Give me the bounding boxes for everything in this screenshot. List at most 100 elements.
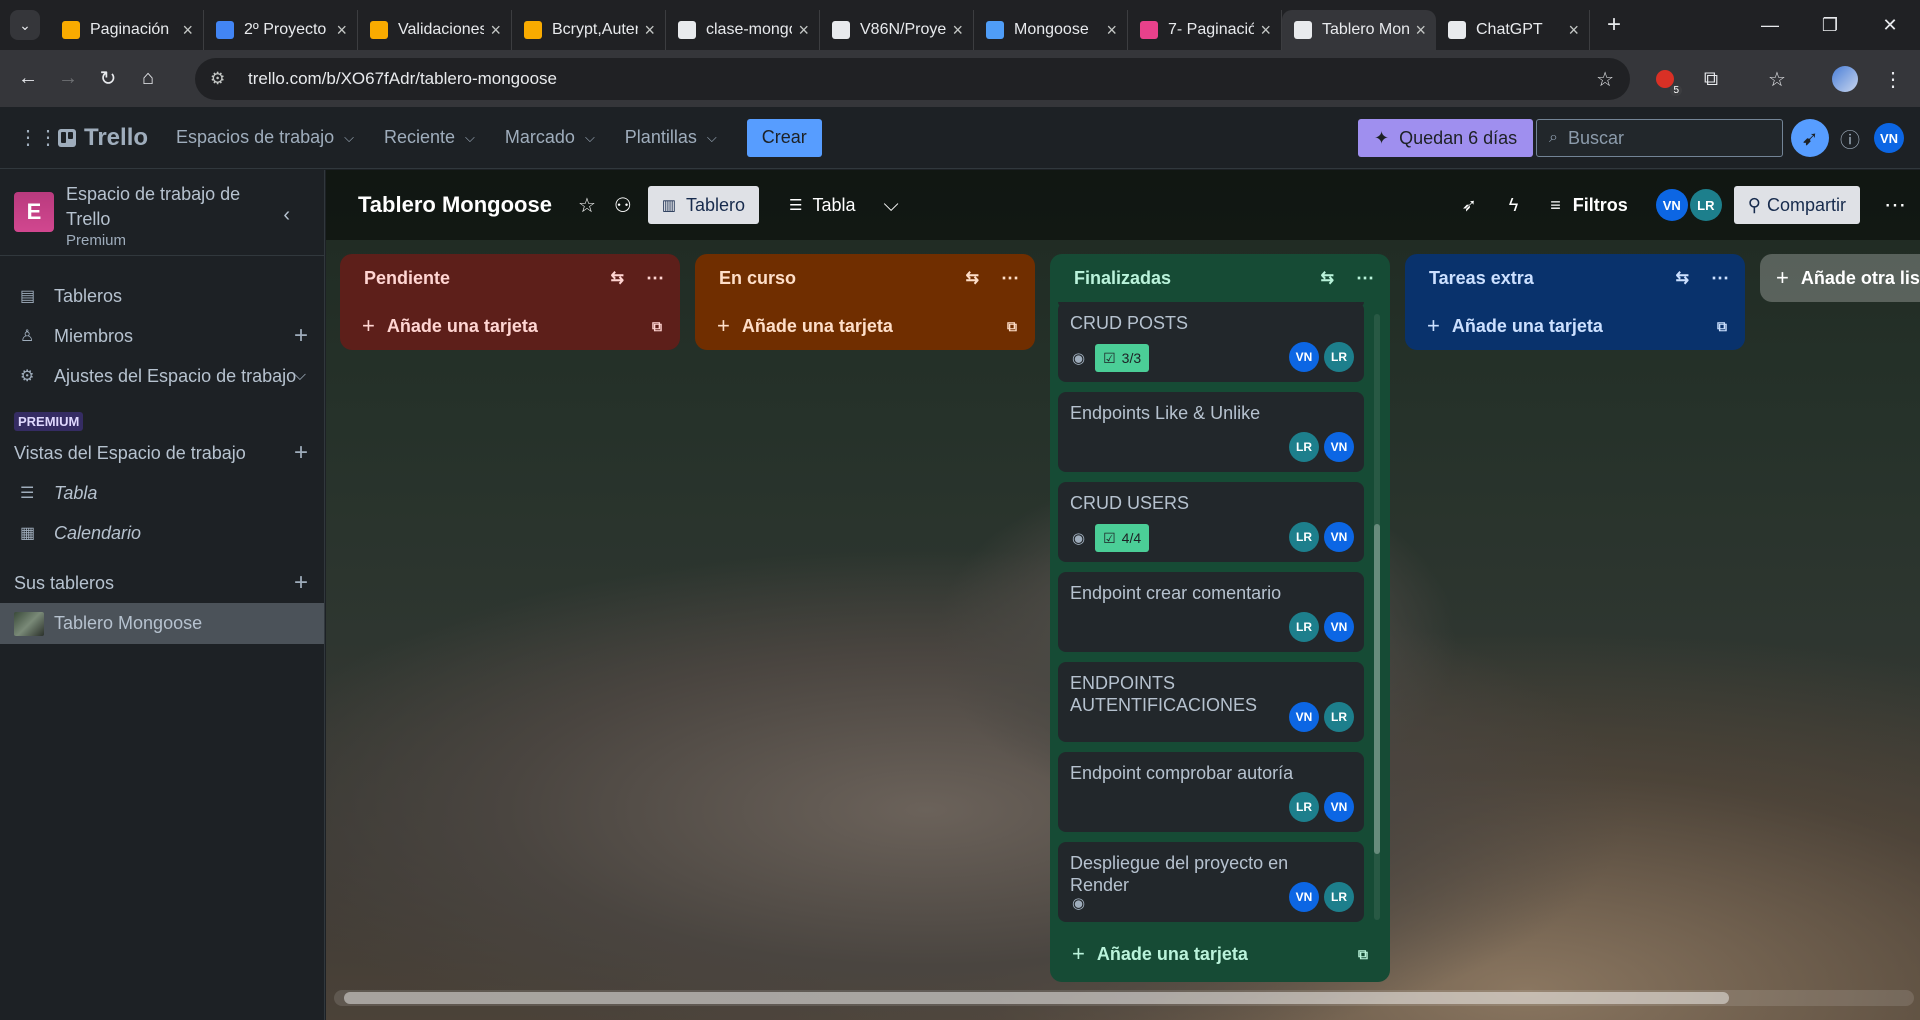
bookmarks-icon[interactable]: ☆ (1760, 62, 1794, 96)
list-scroll-thumb[interactable] (1374, 524, 1380, 854)
member-avatar[interactable]: VN (1289, 882, 1319, 912)
sidebar-item-settings[interactable]: ⚙ Ajustes del Espacio de trabajo ⌵ (0, 356, 324, 396)
power-ups-icon[interactable]: ➶ (1462, 195, 1477, 216)
user-avatar[interactable]: VN (1874, 123, 1904, 153)
member-avatar[interactable]: VN (1324, 522, 1354, 552)
workspace-name[interactable]: Espacio de trabajo de Trello Premium (66, 182, 266, 250)
extensions-puzzle-icon[interactable]: ⧉ (1694, 62, 1728, 96)
add-card-button[interactable]: + Añade una tarjeta ⧉ (703, 302, 1027, 350)
member-avatar[interactable]: VN (1655, 189, 1688, 221)
board-title[interactable]: Tablero Mongoose (358, 192, 552, 218)
site-settings-icon[interactable]: ⚙ (210, 69, 234, 89)
menu-templates[interactable]: Plantillas ⌵ (625, 127, 717, 148)
member-avatar[interactable]: VN (1289, 702, 1319, 732)
help-icon[interactable]: ⓘ (1834, 122, 1866, 154)
close-tab-icon[interactable]: × (1260, 20, 1271, 41)
collapse-list-icon[interactable]: ⇆ (611, 268, 624, 288)
list-menu-icon[interactable]: ⋯ (646, 268, 664, 289)
collapse-sidebar-icon[interactable]: ‹ (283, 204, 290, 227)
member-avatar[interactable]: VN (1324, 612, 1354, 642)
browser-tab[interactable]: Tablero Mong × (1282, 10, 1436, 50)
member-avatar[interactable]: LR (1289, 792, 1319, 822)
close-tab-icon[interactable]: × (336, 20, 347, 41)
list-title[interactable]: Finalizadas (1074, 268, 1321, 289)
home-icon[interactable]: ⌂ (128, 67, 168, 90)
browser-tab[interactable]: ChatGPT × (1436, 10, 1590, 50)
reload-icon[interactable]: ↻ (88, 66, 128, 91)
collapse-list-icon[interactable]: ⇆ (966, 268, 979, 288)
card-template-icon[interactable]: ⧉ (1717, 318, 1727, 335)
profile-avatar[interactable] (1828, 62, 1862, 96)
new-tab-button[interactable]: + (1596, 11, 1632, 39)
chevron-down-icon[interactable]: ⌵ (884, 194, 899, 217)
list-scrollbar[interactable] (1374, 314, 1380, 920)
sidebar-item-boards[interactable]: ▤ Tableros (0, 276, 324, 316)
member-avatar[interactable]: LR (1289, 432, 1319, 462)
member-avatar[interactable]: LR (1689, 189, 1722, 221)
card[interactable]: Despliegue del proyecto en Render ◉ VN LR (1058, 842, 1364, 922)
close-window-icon[interactable]: ✕ (1860, 15, 1920, 36)
card[interactable]: Endpoint crear comentario LR VN (1058, 572, 1364, 652)
trial-button[interactable]: ✦ Quedan 6 días (1358, 119, 1534, 157)
card[interactable]: ENDPOINTS AUTENTIFICACIONES VN LR (1058, 662, 1364, 742)
minimize-icon[interactable]: — (1740, 15, 1800, 36)
menu-recent[interactable]: Reciente ⌵ (384, 127, 475, 148)
close-tab-icon[interactable]: × (1106, 20, 1117, 41)
card-template-icon[interactable]: ⧉ (652, 318, 662, 335)
collapse-list-icon[interactable]: ⇆ (1321, 268, 1334, 288)
list-menu-icon[interactable]: ⋯ (1711, 268, 1729, 289)
browser-tab[interactable]: 2º Proyecto × (204, 10, 358, 50)
browser-tab[interactable]: Bcrypt,Auten × (512, 10, 666, 50)
member-avatar[interactable]: LR (1324, 882, 1354, 912)
list-title[interactable]: Tareas extra (1429, 268, 1676, 289)
address-bar[interactable]: ⚙ trello.com/b/XO67fAdr/tablero-mongoose… (195, 58, 1630, 100)
member-avatar[interactable]: VN (1324, 792, 1354, 822)
trello-logo[interactable]: Trello (58, 124, 148, 152)
close-tab-icon[interactable]: × (798, 20, 809, 41)
add-view-icon[interactable]: + (294, 439, 308, 467)
notifications-icon[interactable]: ➹ (1791, 119, 1829, 157)
tab-search-icon[interactable]: ⌄ (10, 10, 40, 40)
menu-workspaces[interactable]: Espacios de trabajo ⌵ (176, 127, 354, 148)
star-icon[interactable]: ☆ (578, 193, 596, 218)
sidebar-item-members[interactable]: ♙ Miembros + (0, 316, 324, 356)
restore-icon[interactable]: ❐ (1800, 15, 1860, 36)
close-tab-icon[interactable]: × (644, 20, 655, 41)
card[interactable]: CRUD POSTS ◉ ☑ 3/3 VN LR (1058, 302, 1364, 382)
list-title[interactable]: Pendiente (364, 268, 611, 289)
browser-tab[interactable]: clase-mongo × (666, 10, 820, 50)
close-tab-icon[interactable]: × (1415, 20, 1426, 41)
member-avatar[interactable]: VN (1289, 342, 1319, 372)
chrome-menu-icon[interactable]: ⋮ (1876, 62, 1910, 96)
add-card-button[interactable]: + Añade una tarjeta ⧉ (1413, 302, 1737, 350)
close-tab-icon[interactable]: × (952, 20, 963, 41)
list-menu-icon[interactable]: ⋯ (1001, 268, 1019, 289)
collapse-list-icon[interactable]: ⇆ (1676, 268, 1689, 288)
back-icon[interactable]: ← (8, 67, 48, 90)
member-avatar[interactable]: LR (1289, 522, 1319, 552)
card[interactable]: Endpoints Like & Unlike LR VN (1058, 392, 1364, 472)
create-button[interactable]: Crear (746, 118, 822, 157)
share-button[interactable]: ⚲ Compartir (1733, 186, 1860, 224)
automation-icon[interactable]: ϟ (1509, 195, 1519, 216)
bookmark-star-icon[interactable]: ☆ (1596, 67, 1614, 92)
workspace-avatar[interactable]: E (14, 192, 54, 232)
card-template-icon[interactable]: ⧉ (1007, 318, 1017, 335)
menu-starred[interactable]: Marcado ⌵ (505, 127, 595, 148)
sidebar-board-item[interactable]: Tablero Mongoose (0, 603, 324, 644)
browser-tab[interactable]: Paginación × (50, 10, 204, 50)
add-card-button[interactable]: + Añade una tarjeta ⧉ (348, 302, 672, 350)
member-avatar[interactable]: LR (1289, 612, 1319, 642)
close-tab-icon[interactable]: × (1568, 20, 1579, 41)
member-avatar[interactable]: LR (1324, 342, 1354, 372)
browser-tab[interactable]: Validaciones × (358, 10, 512, 50)
app-switcher-icon[interactable]: ⋮⋮⋮ (18, 125, 78, 150)
card-template-icon[interactable]: ⧉ (1358, 946, 1368, 963)
member-avatar[interactable]: VN (1324, 432, 1354, 462)
browser-tab[interactable]: 7- Paginació × (1128, 10, 1282, 50)
board-menu-icon[interactable]: ⋯ (1884, 192, 1906, 218)
list-title[interactable]: En curso (719, 268, 966, 289)
add-member-icon[interactable]: + (294, 322, 308, 350)
browser-tab[interactable]: Mongoose × (974, 10, 1128, 50)
add-list-button[interactable]: + Añade otra lista (1760, 254, 1920, 302)
